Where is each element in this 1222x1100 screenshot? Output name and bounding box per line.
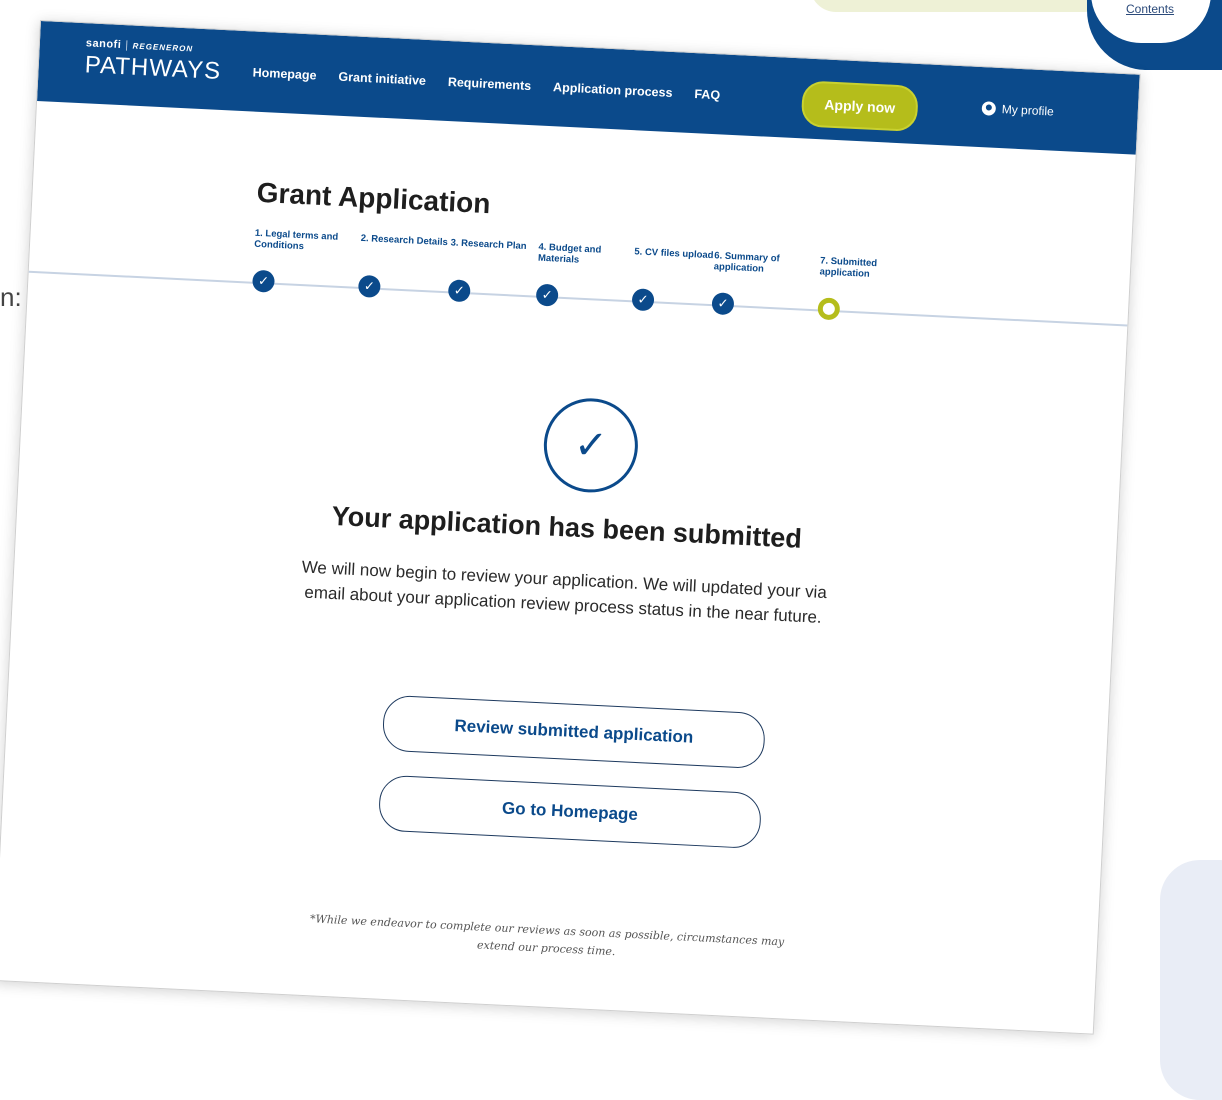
- grant-application-page: sanofi | REGENERON PATHWAYS Homepage Grant…: [0, 20, 1141, 1035]
- step-complete-check-icon: ✓: [357, 274, 381, 298]
- progress-step-1: 1. Legal terms and Conditions ✓: [251, 227, 345, 296]
- nav-link-faq[interactable]: FAQ: [694, 87, 720, 102]
- review-time-footnote: *While we endeavor to complete our revie…: [309, 912, 785, 959]
- step-complete-check-icon: ✓: [535, 283, 559, 307]
- step-label: 1. Legal terms and Conditions: [254, 227, 339, 253]
- sanofi-logo-text: sanofi: [85, 37, 122, 51]
- progress-step-4: 4. Budget and Materials ✓: [535, 241, 629, 310]
- step-current-indicator-icon: [817, 297, 841, 321]
- contents-link[interactable]: Contents: [1126, 2, 1174, 16]
- nav-link-application-process[interactable]: Application process: [553, 80, 673, 100]
- progress-step-6: 6. Summary of application ✓: [711, 250, 804, 318]
- step-label: 7. Submitted application: [819, 255, 878, 280]
- nav-links: Homepage Grant initiative Requirements A…: [252, 65, 720, 102]
- review-submitted-application-button[interactable]: Review submitted application: [381, 694, 766, 770]
- my-profile-label: My profile: [1001, 102, 1055, 119]
- regeneron-logo-text: REGENERON: [132, 41, 194, 54]
- go-to-homepage-button[interactable]: Go to Homepage: [377, 774, 763, 850]
- page-title: Grant Application: [256, 176, 492, 220]
- step-label: 4. Budget and Materials: [537, 241, 602, 266]
- background-pill-decoration: [810, 0, 1110, 12]
- step-label: 6. Summary of application: [713, 250, 780, 275]
- progress-step-3: 3. Research Plan ✓: [447, 237, 541, 305]
- apply-now-button[interactable]: Apply now: [800, 80, 919, 132]
- background-right-panel: [1160, 860, 1222, 1100]
- nav-link-requirements[interactable]: Requirements: [448, 75, 532, 93]
- success-check-icon: ✓: [541, 396, 641, 495]
- top-navigation-bar: sanofi | REGENERON PATHWAYS Homepage Grant…: [37, 21, 1140, 155]
- background-side-text: n:: [0, 282, 22, 312]
- progress-step-7: 7. Submitted application: [817, 255, 910, 323]
- step-label: 3. Research Plan: [450, 237, 527, 253]
- success-message: We will now begin to review your applica…: [301, 557, 828, 627]
- step-label: 2. Research Details: [360, 232, 449, 249]
- nav-link-grant-initiative[interactable]: Grant initiative: [338, 70, 426, 88]
- my-profile-link[interactable]: My profile: [981, 101, 1054, 119]
- progress-step-5: 5. CV files upload ✓: [631, 246, 725, 314]
- step-complete-check-icon: ✓: [447, 279, 471, 303]
- progress-step-2: 2. Research Details ✓: [357, 232, 451, 301]
- user-avatar-icon: [981, 101, 997, 116]
- success-heading: Your application has been submitted: [331, 500, 803, 554]
- step-complete-check-icon: ✓: [251, 269, 276, 293]
- pathways-logo[interactable]: PATHWAYS: [84, 51, 222, 86]
- step-complete-check-icon: ✓: [631, 288, 655, 312]
- step-complete-check-icon: ✓: [711, 292, 735, 316]
- nav-link-homepage[interactable]: Homepage: [252, 65, 317, 82]
- step-label: 5. CV files upload: [634, 246, 714, 262]
